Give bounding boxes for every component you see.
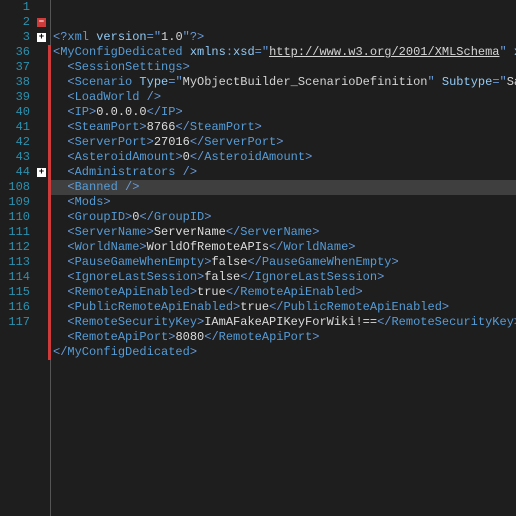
code-line[interactable]: <AsteroidAmount>0</AsteroidAmount> bbox=[48, 150, 516, 165]
line-number: 116 bbox=[0, 300, 30, 315]
code-line[interactable]: <SteamPort>8766</SteamPort> bbox=[48, 120, 516, 135]
code-line[interactable]: <IP>0.0.0.0</IP> bbox=[48, 105, 516, 120]
fold-expand-icon[interactable]: + bbox=[37, 33, 46, 42]
fold-collapse-icon[interactable]: − bbox=[37, 18, 46, 27]
code-line[interactable]: <RemoteSecurityKey>IAmAFakeAPIKeyForWiki… bbox=[48, 315, 516, 330]
line-number: 40 bbox=[0, 105, 30, 120]
line-number: 110 bbox=[0, 210, 30, 225]
code-line[interactable]: <ServerName>ServerName</ServerName> bbox=[48, 225, 516, 240]
line-number: 36 bbox=[0, 45, 30, 60]
line-number: 109 bbox=[0, 195, 30, 210]
code-line[interactable]: <SessionSettings> bbox=[48, 60, 516, 75]
code-line[interactable]: <PauseGameWhenEmpty>false</PauseGameWhen… bbox=[48, 255, 516, 270]
line-number: 37 bbox=[0, 60, 30, 75]
line-number: 1 bbox=[0, 0, 30, 15]
line-number: 43 bbox=[0, 150, 30, 165]
code-line[interactable]: <ServerPort>27016</ServerPort> bbox=[48, 135, 516, 150]
code-line[interactable]: <RemoteApiEnabled>true</RemoteApiEnabled… bbox=[48, 285, 516, 300]
code-area[interactable]: <?xml version="1.0"?><MyConfigDedicated … bbox=[50, 0, 516, 516]
line-number: 117 bbox=[0, 315, 30, 330]
fold-expand-icon[interactable]: + bbox=[37, 168, 46, 177]
code-line[interactable]: <Banned /> bbox=[48, 180, 516, 195]
code-line[interactable]: <Scenario Type="MyObjectBuilder_Scenario… bbox=[48, 75, 516, 90]
fold-gutter-row: + bbox=[36, 30, 50, 45]
code-line[interactable]: </MyConfigDedicated> bbox=[48, 345, 516, 360]
code-line[interactable]: <LoadWorld /> bbox=[48, 90, 516, 105]
code-line[interactable]: <Mods> bbox=[48, 195, 516, 210]
code-line[interactable]: <MyConfigDedicated xmlns:xsd="http://www… bbox=[48, 45, 516, 60]
code-line[interactable]: <RemoteApiPort>8080</RemoteApiPort> bbox=[48, 330, 516, 345]
line-number: 38 bbox=[0, 75, 30, 90]
line-number: 111 bbox=[0, 225, 30, 240]
line-number: 114 bbox=[0, 270, 30, 285]
line-number: 2 bbox=[0, 15, 30, 30]
line-number: 42 bbox=[0, 135, 30, 150]
fold-gutter-row: − bbox=[36, 15, 50, 30]
line-number: 112 bbox=[0, 240, 30, 255]
line-number: 115 bbox=[0, 285, 30, 300]
code-line[interactable]: <WorldName>WorldOfRemoteAPIs</WorldName> bbox=[48, 240, 516, 255]
code-line[interactable]: <Administrators /> bbox=[48, 165, 516, 180]
line-number-gutter: 1233637383940414243441081091101111121131… bbox=[0, 0, 36, 516]
line-number: 44 bbox=[0, 165, 30, 180]
code-editor[interactable]: 1233637383940414243441081091101111121131… bbox=[0, 0, 516, 516]
line-number: 41 bbox=[0, 120, 30, 135]
line-number: 39 bbox=[0, 90, 30, 105]
line-number: 3 bbox=[0, 30, 30, 45]
code-line[interactable]: <PublicRemoteApiEnabled>true</PublicRemo… bbox=[48, 300, 516, 315]
code-line[interactable]: <GroupID>0</GroupID> bbox=[48, 210, 516, 225]
line-number: 113 bbox=[0, 255, 30, 270]
code-line[interactable]: <?xml version="1.0"?> bbox=[51, 30, 516, 45]
code-line[interactable]: <IgnoreLastSession>false</IgnoreLastSess… bbox=[48, 270, 516, 285]
code-lines[interactable]: <?xml version="1.0"?><MyConfigDedicated … bbox=[51, 30, 516, 360]
fold-gutter-row bbox=[36, 0, 50, 15]
line-number: 108 bbox=[0, 180, 30, 195]
